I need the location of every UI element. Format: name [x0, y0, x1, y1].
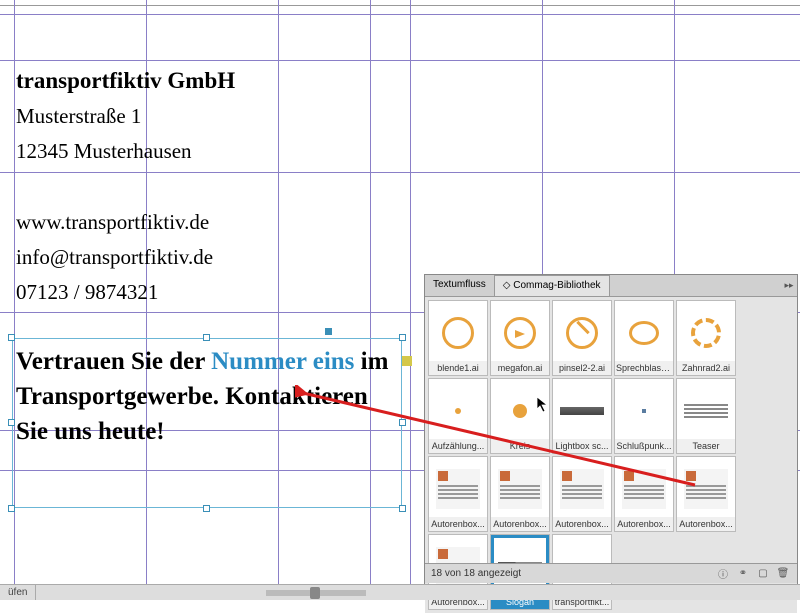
library-item-label: Lightbox sc...	[553, 439, 611, 453]
library-item-label: Aufzählung...	[429, 439, 487, 453]
box-icon	[622, 469, 666, 509]
library-item-label: Autorenbox...	[553, 517, 611, 531]
library-item[interactable]: Autorenbox...	[490, 456, 550, 532]
library-item[interactable]: Autorenbox...	[552, 456, 612, 532]
trash-icon[interactable]: 🗑	[775, 567, 791, 581]
panel-menu-icon[interactable]: ▸▸	[781, 275, 797, 296]
lines-icon	[684, 404, 728, 418]
box-icon	[684, 469, 728, 509]
address-street[interactable]: Musterstraße 1	[16, 104, 141, 129]
box-icon	[436, 469, 480, 509]
tab-textflow[interactable]: Textumfluss	[425, 275, 494, 296]
library-item-label: Kreis	[491, 439, 549, 453]
slogan-text[interactable]: Vertrauen Sie der Nummer eins im Transpo…	[16, 344, 402, 449]
gear-icon	[691, 318, 721, 348]
resize-handle[interactable]	[399, 505, 406, 512]
library-item-label: Autorenbox...	[677, 517, 735, 531]
zoom-slider[interactable]	[266, 590, 366, 596]
library-item[interactable]: Sprechblase.ai	[614, 300, 674, 376]
status-segment[interactable]: üfen	[0, 585, 36, 600]
panel-tabs: Textumfluss ◇ Commag-Bibliothek ▸▸	[425, 275, 797, 297]
library-item-label: pinsel2-2.ai	[553, 361, 611, 375]
library-item-label: blende1.ai	[429, 361, 487, 375]
email[interactable]: info@transportfiktiv.de	[16, 245, 213, 270]
tab-library[interactable]: ◇ Commag-Bibliothek	[494, 275, 610, 296]
status-text: 18 von 18 angezeigt	[431, 568, 521, 579]
library-item[interactable]: Zahnrad2.ai	[676, 300, 736, 376]
dot-icon	[455, 408, 461, 414]
resize-handle[interactable]	[8, 334, 15, 341]
app-status-bar: üfen	[0, 584, 800, 600]
brush-icon	[566, 317, 598, 349]
library-item[interactable]: blende1.ai	[428, 300, 488, 376]
library-item-label: Autorenbox...	[491, 517, 549, 531]
company-name[interactable]: transportfiktiv GmbH	[16, 68, 235, 94]
cursor-icon	[536, 396, 550, 414]
library-item[interactable]: megafon.ai	[490, 300, 550, 376]
link-icon[interactable]: ⚭	[735, 567, 751, 581]
library-item[interactable]: pinsel2-2.ai	[552, 300, 612, 376]
slogan-frame[interactable]: Vertrauen Sie der Nummer eins im Transpo…	[12, 338, 402, 508]
box-icon	[498, 469, 542, 509]
website[interactable]: www.transportfiktiv.de	[16, 210, 209, 235]
library-panel[interactable]: Textumfluss ◇ Commag-Bibliothek ▸▸ blend…	[424, 274, 798, 584]
sdot-icon	[642, 409, 646, 413]
resize-handle[interactable]	[8, 505, 15, 512]
library-item-label: Teaser	[677, 439, 735, 453]
box-icon	[560, 469, 604, 509]
phone[interactable]: 07123 / 9874321	[16, 280, 158, 305]
anchor-indicator[interactable]	[402, 356, 412, 366]
library-item-label: Autorenbox...	[615, 517, 673, 531]
library-item[interactable]: Autorenbox...	[428, 456, 488, 532]
library-item[interactable]: Aufzählung...	[428, 378, 488, 454]
library-item-label: megafon.ai	[491, 361, 549, 375]
resize-handle[interactable]	[399, 334, 406, 341]
library-item[interactable]: Teaser	[676, 378, 736, 454]
resize-handle[interactable]	[8, 419, 15, 426]
library-item[interactable]: Autorenbox...	[676, 456, 736, 532]
info-icon[interactable]: ⓘ	[715, 567, 731, 581]
library-item[interactable]: Kreis	[490, 378, 550, 454]
odot-icon	[513, 404, 527, 418]
resize-handle[interactable]	[203, 334, 210, 341]
ruler-top	[0, 0, 800, 6]
circle-icon	[442, 317, 474, 349]
meg-icon	[504, 317, 536, 349]
library-item-label: Autorenbox...	[429, 517, 487, 531]
resize-handle[interactable]	[203, 505, 210, 512]
library-item[interactable]: Lightbox sc...	[552, 378, 612, 454]
bar-icon	[560, 407, 604, 415]
address-city[interactable]: 12345 Musterhausen	[16, 139, 192, 164]
library-item[interactable]: Autorenbox...	[614, 456, 674, 532]
library-item[interactable]: Schlußpunk...	[614, 378, 674, 454]
bubble-icon	[629, 321, 659, 345]
anchor-indicator[interactable]	[325, 328, 332, 335]
new-icon[interactable]: ▢	[755, 567, 771, 581]
library-item-label: Sprechblase.ai	[615, 361, 673, 375]
library-item-label: Schlußpunk...	[615, 439, 673, 453]
panel-status-bar: 18 von 18 angezeigt ⓘ ⚭ ▢ 🗑	[425, 563, 797, 583]
library-item-label: Zahnrad2.ai	[677, 361, 735, 375]
